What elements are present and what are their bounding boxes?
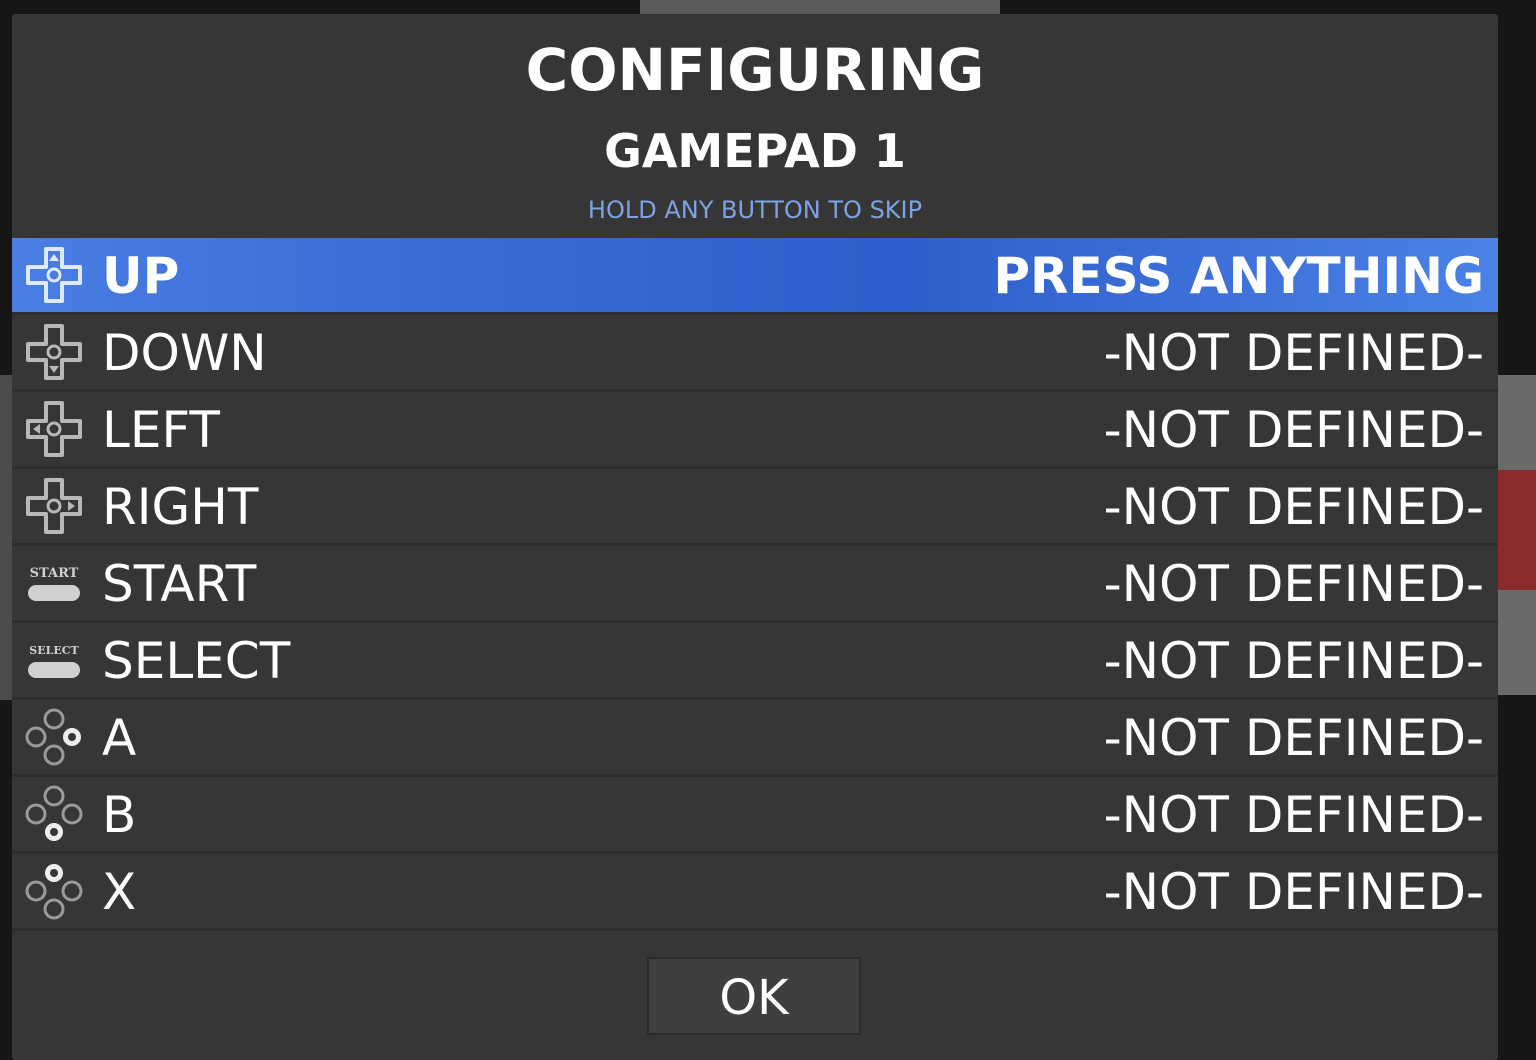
dialog-subtitle: GAMEPAD 1 <box>604 124 906 178</box>
svg-text:SELECT: SELECT <box>29 644 79 657</box>
mapping-row-left[interactable]: LEFT -NOT DEFINED- <box>12 392 1498 469</box>
background-edge-right-accent <box>1496 470 1536 590</box>
mapping-list: UP PRESS ANYTHING DOWN -NOT DEFINED- LEF… <box>12 238 1498 931</box>
mapping-row-x[interactable]: X -NOT DEFINED- <box>12 854 1498 931</box>
background-strip <box>640 0 1000 14</box>
mapping-label: START <box>102 555 257 613</box>
mapping-value: -NOT DEFINED- <box>1103 863 1484 921</box>
dialog-title: CONFIGURING <box>525 36 985 104</box>
face-buttons-b-icon <box>25 785 83 841</box>
start-button-icon: START <box>28 566 80 601</box>
mapping-value: -NOT DEFINED- <box>1103 401 1484 459</box>
mapping-label: DOWN <box>102 324 267 382</box>
mapping-label: A <box>102 709 137 767</box>
mapping-row-down[interactable]: DOWN -NOT DEFINED- <box>12 315 1498 392</box>
ok-button[interactable]: OK <box>647 957 861 1035</box>
dpad-up-icon <box>26 247 82 303</box>
face-buttons-a-icon <box>25 708 81 766</box>
mapping-value: -NOT DEFINED- <box>1103 786 1484 844</box>
mapping-label: X <box>102 863 137 921</box>
mapping-row-a[interactable]: A -NOT DEFINED- <box>12 700 1498 777</box>
face-buttons-x-icon <box>25 864 83 920</box>
mapping-row-select[interactable]: SELECT SELECT -NOT DEFINED- <box>12 623 1498 700</box>
mapping-row-right[interactable]: RIGHT -NOT DEFINED- <box>12 469 1498 546</box>
mapping-value: -NOT DEFINED- <box>1103 555 1484 613</box>
mapping-value: PRESS ANYTHING <box>993 247 1484 305</box>
dpad-down-icon <box>26 324 82 380</box>
mapping-label: LEFT <box>102 401 220 459</box>
configure-input-dialog: CONFIGURING GAMEPAD 1 HOLD ANY BUTTON TO… <box>12 14 1498 1060</box>
mapping-row-up[interactable]: UP PRESS ANYTHING <box>12 238 1498 315</box>
mapping-value: -NOT DEFINED- <box>1103 632 1484 690</box>
svg-text:START: START <box>30 566 79 581</box>
skip-hint: HOLD ANY BUTTON TO SKIP <box>587 196 923 224</box>
mapping-value: -NOT DEFINED- <box>1103 324 1484 382</box>
select-button-icon: SELECT <box>28 644 80 678</box>
mapping-label: UP <box>102 247 180 305</box>
dpad-right-icon <box>26 478 82 534</box>
mapping-value: -NOT DEFINED- <box>1103 478 1484 536</box>
mapping-label: RIGHT <box>102 478 259 536</box>
mapping-label: SELECT <box>102 632 291 690</box>
dpad-left-icon <box>26 401 82 457</box>
mapping-label: B <box>102 786 137 844</box>
mapping-row-b[interactable]: B -NOT DEFINED- <box>12 777 1498 854</box>
mapping-value: -NOT DEFINED- <box>1103 709 1484 767</box>
mapping-row-start[interactable]: START START -NOT DEFINED- <box>12 546 1498 623</box>
dialog-header: CONFIGURING GAMEPAD 1 HOLD ANY BUTTON TO… <box>12 14 1498 238</box>
